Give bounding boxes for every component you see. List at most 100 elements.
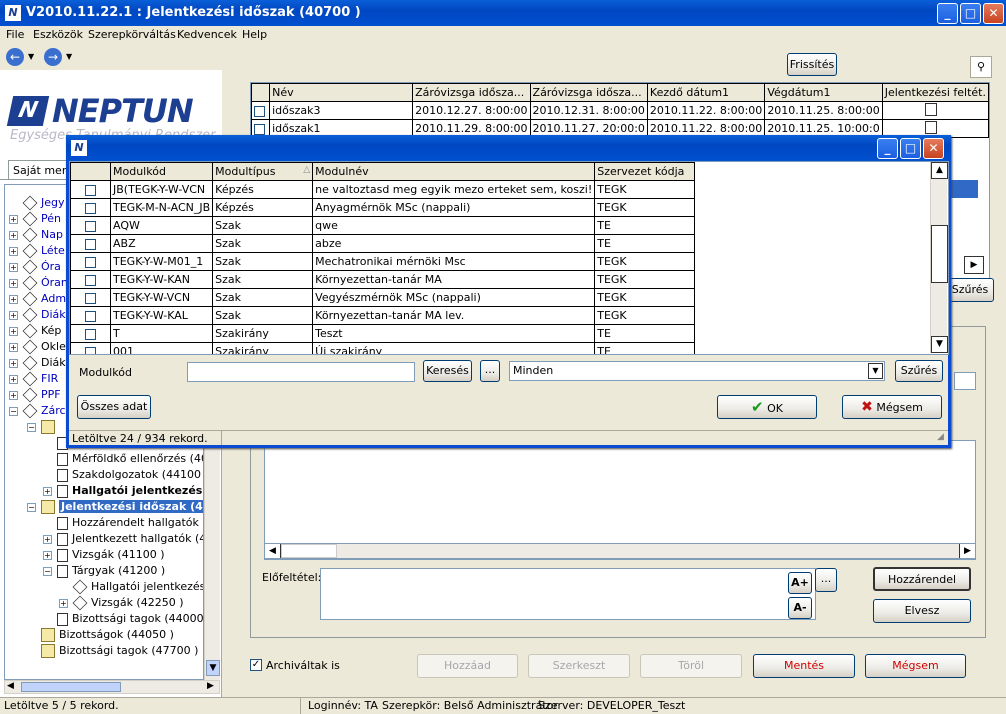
tree-expander-icon[interactable]: + bbox=[43, 487, 52, 496]
scroll-down-icon[interactable]: ▼ bbox=[206, 660, 220, 676]
row-checkbox-cell[interactable] bbox=[70, 306, 111, 325]
tree-item[interactable]: Zárc bbox=[22, 403, 66, 419]
archived-checkbox[interactable]: ✓ bbox=[250, 659, 262, 671]
dialog-close-button[interactable]: ✕ bbox=[923, 138, 944, 159]
row-checkbox[interactable] bbox=[254, 105, 265, 117]
scroll-left-icon[interactable]: ◀ bbox=[7, 681, 14, 691]
detail-scroll-right-icon[interactable]: ▶ bbox=[959, 544, 975, 558]
row-checkbox[interactable] bbox=[85, 238, 96, 250]
menu-file[interactable]: File bbox=[6, 28, 24, 41]
scroll-right-icon[interactable]: ▶ bbox=[207, 681, 214, 691]
col-exam-period-end[interactable]: Záróvizsga idősza... bbox=[529, 83, 648, 102]
tree-item[interactable]: Jelentkezett hallgatók (41 bbox=[57, 531, 203, 547]
tree-item[interactable]: FIR bbox=[22, 371, 58, 387]
tree-item[interactable]: Vizsgák (41100 ) bbox=[57, 547, 165, 563]
document-icon[interactable] bbox=[924, 120, 937, 134]
row-checkbox[interactable] bbox=[85, 220, 96, 232]
tree-item[interactable]: Léte bbox=[22, 243, 65, 259]
table-row[interactable]: TEGK-M-N-ACN_JB Képzés Anyagmérnök MSc (na… bbox=[70, 198, 696, 217]
tree-expander-icon[interactable]: + bbox=[43, 535, 52, 544]
row-checkbox-cell[interactable] bbox=[70, 198, 111, 217]
row-checkbox[interactable] bbox=[85, 274, 96, 286]
row-checkbox[interactable] bbox=[85, 202, 96, 214]
tree-item[interactable]: Adm bbox=[22, 291, 66, 307]
row-checkbox-cell[interactable] bbox=[70, 252, 111, 271]
tree-item[interactable]: Bizottságok (44050 ) bbox=[41, 627, 174, 643]
forward-dropdown-icon[interactable]: ▼ bbox=[66, 52, 72, 61]
cancel-button[interactable]: Mégsem bbox=[865, 654, 966, 678]
tree-expander-icon[interactable]: + bbox=[9, 279, 18, 288]
tree-item[interactable]: Nap bbox=[22, 227, 63, 243]
dialog-maximize-button[interactable]: □ bbox=[900, 138, 921, 159]
tree-item[interactable]: Óran bbox=[22, 275, 68, 291]
tree-item[interactable]: Vizsgák (42250 ) bbox=[72, 595, 184, 611]
dialog-filter-button[interactable]: Szűrés bbox=[895, 360, 943, 382]
grid-scroll-right-icon[interactable]: ▶ bbox=[964, 256, 984, 274]
tree-expander-icon[interactable]: + bbox=[9, 375, 18, 384]
tree-item[interactable]: Hozzárendelt hallgatók (4 bbox=[57, 515, 203, 531]
type-dropdown[interactable]: Minden ▼ bbox=[509, 361, 885, 381]
table-row[interactable]: T Szakirány Teszt TE bbox=[70, 324, 696, 343]
table-row[interactable]: TEGK-Y-W-M01_1 Szak Mechatronikai mérnöki … bbox=[70, 252, 696, 271]
col-registration-cond[interactable]: Jelentkezési feltét. bbox=[881, 83, 989, 102]
tree-expander-icon[interactable]: + bbox=[43, 551, 52, 560]
all-data-button[interactable]: Összes adat bbox=[77, 395, 151, 419]
ok-button[interactable]: ✔ OK bbox=[717, 395, 817, 419]
forward-icon[interactable]: → bbox=[44, 48, 62, 66]
tree-item[interactable]: Mérföldkő ellenőrzés (409 bbox=[57, 451, 203, 467]
col-select[interactable] bbox=[251, 83, 271, 102]
dialog-minimize-button[interactable]: _ bbox=[877, 138, 898, 159]
tree-expander-icon[interactable]: + bbox=[9, 391, 18, 400]
prereq-field[interactable] bbox=[320, 568, 816, 620]
back-icon[interactable]: ← bbox=[6, 48, 24, 66]
dialog-vscroll-thumb[interactable] bbox=[931, 225, 948, 283]
document-icon[interactable] bbox=[924, 102, 937, 116]
table-row[interactable]: JB(TEGK-Y-W-VCN Képzés ne valtoztasd meg e… bbox=[70, 180, 696, 199]
table-row[interactable]: időszak3 2010.12.27. 8:00:00 2010.12.31. 8… bbox=[251, 101, 989, 120]
a-plus-button[interactable]: A+ bbox=[788, 572, 812, 594]
save-button[interactable]: Mentés bbox=[753, 654, 855, 678]
table-row[interactable]: TEGK-Y-W-KAL Szak Környezettan-tanár MA le… bbox=[70, 306, 696, 325]
table-row[interactable]: TEGK-Y-W-KAN Szak Környezettan-tanár MA TEG… bbox=[70, 270, 696, 289]
tree-expander-icon[interactable]: + bbox=[9, 263, 18, 272]
menu-favorites[interactable]: Kedvencek bbox=[177, 28, 237, 41]
detail-field[interactable] bbox=[954, 372, 976, 390]
table-row[interactable]: TEGK-Y-W-VCN Szak Vegyészmérnök MSc (nappa… bbox=[70, 288, 696, 307]
row-checkbox[interactable] bbox=[85, 310, 96, 322]
table-row[interactable]: 001 Szakirány Új szakirány TE bbox=[70, 342, 696, 354]
row-checkbox[interactable] bbox=[254, 123, 265, 135]
row-checkbox-cell[interactable] bbox=[70, 180, 111, 199]
tree-expander-icon[interactable]: − bbox=[27, 423, 36, 432]
dialog-scroll-down-icon[interactable]: ▼ bbox=[931, 336, 948, 353]
row-checkbox-cell[interactable] bbox=[251, 101, 271, 120]
tree-item[interactable]: Diák bbox=[22, 307, 66, 323]
row-checkbox[interactable] bbox=[85, 328, 96, 340]
col-name[interactable]: Név bbox=[269, 83, 414, 102]
delete-button[interactable]: Töröl bbox=[640, 654, 742, 678]
row-checkbox-cell[interactable] bbox=[70, 324, 111, 343]
tree-item[interactable]: Pén bbox=[22, 211, 61, 227]
tree-item[interactable]: Bizottsági tagok (47700 ) bbox=[41, 643, 198, 659]
remove-button[interactable]: Elvesz bbox=[873, 599, 971, 623]
dcol-org-code[interactable]: Szervezet kódja bbox=[594, 162, 696, 181]
tree-item[interactable]: Jegy bbox=[22, 195, 65, 211]
row-checkbox[interactable] bbox=[85, 256, 96, 268]
tree-item[interactable]: Hallgatói jelentkezés bbox=[57, 483, 202, 499]
refresh-button[interactable]: Frissítés bbox=[787, 53, 837, 76]
tree-item[interactable]: Jelentkezési időszak (40 bbox=[41, 499, 203, 515]
edit-button[interactable]: Szerkeszt bbox=[528, 654, 630, 678]
tree-expander-icon[interactable]: + bbox=[9, 311, 18, 320]
col-start-date[interactable]: Kezdő dátum1 bbox=[646, 83, 766, 102]
tree-expander-icon[interactable]: + bbox=[9, 295, 18, 304]
tree-expander-icon[interactable]: + bbox=[9, 231, 18, 240]
tree-expander-icon[interactable]: + bbox=[9, 359, 18, 368]
tree-item[interactable]: Bizottsági tagok (44000 ) bbox=[57, 611, 203, 627]
detail-hscrollbar[interactable]: ◀ ▶ bbox=[264, 543, 976, 559]
row-checkbox-cell[interactable] bbox=[70, 216, 111, 235]
menu-tools[interactable]: Eszközök bbox=[33, 28, 83, 41]
detail-scroll-left-icon[interactable]: ◀ bbox=[265, 544, 281, 558]
tree-expander-icon[interactable]: + bbox=[9, 215, 18, 224]
add-button[interactable]: Hozzáad bbox=[417, 654, 518, 678]
pin-icon[interactable]: ⚲ bbox=[970, 56, 992, 78]
row-checkbox[interactable] bbox=[85, 184, 96, 196]
